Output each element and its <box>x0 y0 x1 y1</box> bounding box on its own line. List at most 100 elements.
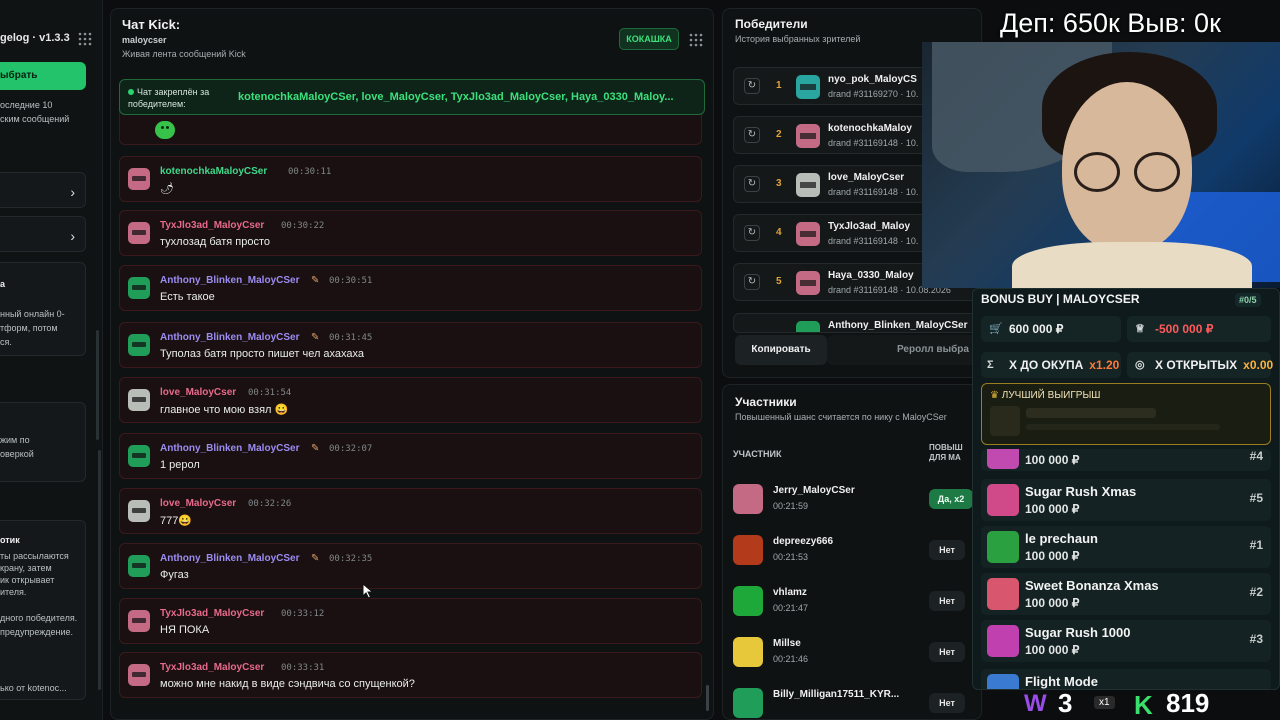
boost-badge[interactable]: Нет <box>929 591 965 611</box>
kick-button[interactable]: КОКАШКА <box>619 28 679 50</box>
info-text: отик <box>0 535 20 545</box>
participant-time: 00:21:53 <box>773 552 809 562</box>
slot-rank: #1 <box>1249 538 1263 552</box>
chevron-right-icon: › <box>70 228 75 244</box>
setting-row[interactable]: › <box>0 216 86 252</box>
message-time: 00:32:26 <box>248 499 292 509</box>
avatar <box>796 321 820 332</box>
avatar <box>733 586 763 616</box>
pick-winner-button[interactable]: ыбрать <box>0 62 86 90</box>
message-text: тухлозад батя просто <box>160 236 271 248</box>
participants-title: Участники <box>735 395 797 409</box>
message-author[interactable]: TyxJlo3ad_MaloyCser <box>160 662 264 673</box>
slot-icon <box>987 449 1019 469</box>
avatar <box>128 277 150 299</box>
reroll-icon[interactable]: ↻ <box>744 127 760 143</box>
slot-icon <box>987 625 1019 657</box>
chat-channel: maloycser <box>122 35 167 45</box>
reroll-button[interactable]: Реролл выбра <box>827 335 981 365</box>
grid-menu-icon[interactable] <box>78 32 92 46</box>
copy-button[interactable]: Копировать <box>735 335 827 365</box>
message-author[interactable]: Anthony_Blinken_MaloyCSer <box>160 443 299 454</box>
bonus-buy-widget: BONUS BUY | MALOYCSER #0/5 🛒 600 000 ₽ ♕ -… <box>972 288 1280 690</box>
message-author[interactable]: TyxJlo3ad_MaloyCser <box>160 220 264 231</box>
winner-draw: drand #31169148 · 10. <box>828 236 919 246</box>
message-author[interactable]: Anthony_Blinken_MaloyCSer <box>160 553 299 564</box>
bonus-cost: 🛒 600 000 ₽ <box>981 316 1121 342</box>
pinned-label: Чат закреплён за победителем: <box>128 87 210 109</box>
reroll-icon[interactable]: ↻ <box>744 274 760 290</box>
message-author[interactable]: love_MaloyCser <box>160 387 236 398</box>
slot-rank: #4 <box>1249 449 1263 463</box>
emote-icon <box>155 121 175 139</box>
reroll-icon[interactable]: ↻ <box>744 176 760 192</box>
info-card: отик ты рассылаются крану, затем ик откр… <box>0 520 86 700</box>
grid-menu-icon[interactable] <box>689 33 703 47</box>
info-text: ителя. <box>0 587 27 597</box>
winner-name: Anthony_Blinken_MaloyCSer <box>828 320 968 331</box>
message-author[interactable]: Anthony_Blinken_MaloyCSer <box>160 332 299 343</box>
winner-draw: drand #31169148 · 10. <box>828 138 919 148</box>
target-icon: ◎ <box>1135 359 1145 371</box>
avatar <box>128 500 150 522</box>
best-win-label: ♛ ЛУЧШИЙ ВЫИГРЫШ <box>990 390 1101 401</box>
winners-subtitle: История выбранных зрителей <box>735 34 861 44</box>
message-text: 🌶 <box>160 183 174 195</box>
slot-row: Sugar Rush 1000 100 000 ₽ #3 <box>981 620 1271 662</box>
winner-rank: 4 <box>776 227 782 238</box>
slot-icon <box>987 578 1019 610</box>
chat-message: TyxJlo3ad_MaloyCser 00:30:22 тухлозад батя… <box>119 210 702 256</box>
bonus-profit: ♕ -500 000 ₽ <box>1127 316 1271 342</box>
avatar <box>128 445 150 467</box>
best-win-card: ♛ ЛУЧШИЙ ВЫИГРЫШ <box>981 383 1271 445</box>
winner-name: kotenochkaMaloy <box>828 123 912 134</box>
message-author[interactable]: Anthony_Blinken_MaloyCSer <box>160 275 299 286</box>
setting-row[interactable]: › <box>0 172 86 208</box>
boost-badge[interactable]: Нет <box>929 693 965 713</box>
message-author[interactable]: love_MaloyCser <box>160 498 236 509</box>
message-author[interactable]: kotenochkaMaloyCSer <box>160 166 267 177</box>
info-text: дного победителя. <box>0 613 78 623</box>
avatar <box>733 484 763 514</box>
chat-title: Чат Kick: <box>122 17 181 32</box>
slot-rank: #5 <box>1249 491 1263 505</box>
info-text: оследние 10 <box>0 100 53 110</box>
avatar <box>733 535 763 565</box>
avatar <box>128 168 150 190</box>
avatar <box>796 124 820 148</box>
slot-row-partial: Flight Mode <box>981 669 1271 689</box>
stream-counters: W 3 x1 K 819 <box>1024 688 1280 720</box>
slot-price: 100 000 ₽ <box>1025 549 1080 563</box>
scrollbar[interactable] <box>98 450 101 690</box>
message-text: можно мне накид в виде сэндвича со спуще… <box>160 678 415 690</box>
slot-row: le prechaun 100 000 ₽ #1 <box>981 526 1271 568</box>
winner-name: love_MaloyCser <box>828 172 905 183</box>
message-time: 00:30:11 <box>288 167 332 177</box>
reroll-icon[interactable]: ↻ <box>744 78 760 94</box>
info-text: тформ, потом <box>0 323 58 333</box>
scrollbar[interactable] <box>706 685 709 711</box>
boost-badge[interactable]: Да, x2 <box>929 489 973 509</box>
avatar <box>733 688 763 718</box>
webcam-person <box>1012 242 1252 288</box>
slot-row-partial: 100 000 ₽ #4 <box>981 449 1271 471</box>
info-text: ским сообщений <box>0 114 70 124</box>
chat-message: Anthony_Blinken_MaloyCSer ✎ 00:32:07 1 реро… <box>119 433 702 479</box>
message-time: 00:32:35 <box>329 554 373 564</box>
message-time: 00:30:22 <box>281 221 325 231</box>
screen: gelog · v1.3.3 ыбрать оследние 10 ским с… <box>0 0 1280 720</box>
placeholder <box>1026 408 1156 418</box>
participant-row: Millse 00:21:46 Нет <box>733 634 981 674</box>
participant-row: vhlamz 00:21:47 Нет <box>733 583 981 623</box>
scrollbar[interactable] <box>96 330 99 440</box>
message-author[interactable]: TyxJlo3ad_MaloyCser <box>160 608 264 619</box>
chat-message: TyxJlo3ad_MaloyCser 00:33:12 НЯ ПОКА <box>119 598 702 644</box>
badge-icon: ✎ <box>311 553 320 564</box>
message-time: 00:31:54 <box>248 388 292 398</box>
winner-rank: 2 <box>776 129 782 140</box>
boost-badge[interactable]: Нет <box>929 540 965 560</box>
reroll-icon[interactable]: ↻ <box>744 225 760 241</box>
participant-time: 00:21:59 <box>773 501 809 511</box>
webcam-person <box>1134 152 1180 192</box>
boost-badge[interactable]: Нет <box>929 642 965 662</box>
